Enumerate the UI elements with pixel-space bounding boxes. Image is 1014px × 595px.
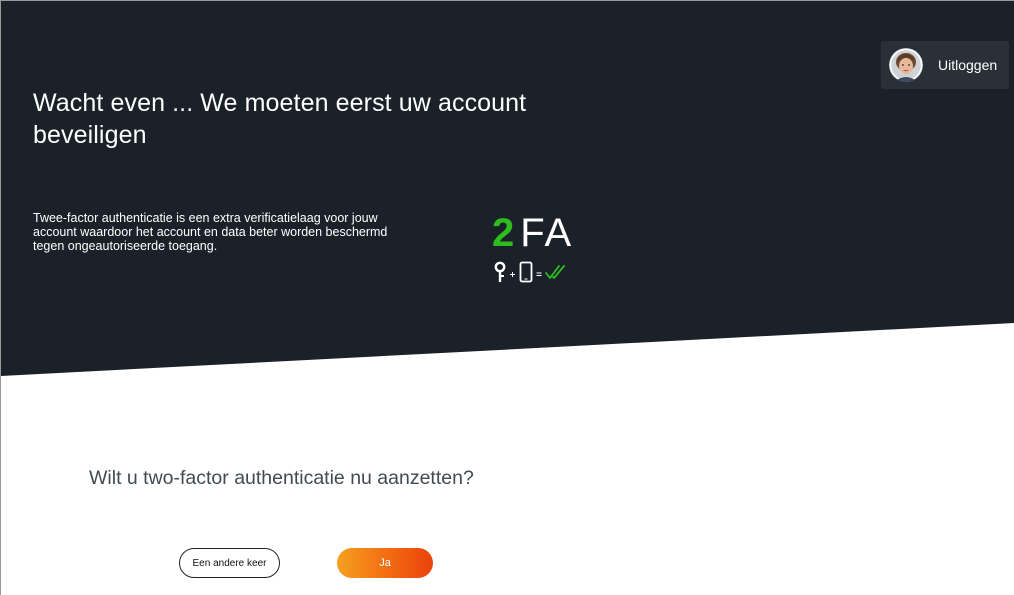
page-frame: Wacht even ... We moeten eerst uw accoun… — [0, 0, 1014, 595]
avatar-image — [889, 48, 923, 82]
double-check-icon — [545, 265, 565, 279]
2fa-number: 2 — [492, 211, 517, 255]
logout-button[interactable]: Uitloggen — [881, 41, 1009, 89]
logout-label: Uitloggen — [938, 57, 998, 73]
plus-sign — [510, 272, 515, 277]
yes-button[interactable]: Ja — [337, 548, 433, 578]
2fa-letters: FA — [520, 211, 574, 255]
enable-2fa-question: Wilt u two-factor authenticatie nu aanze… — [89, 467, 474, 489]
equals-sign — [536, 272, 542, 276]
hero-background — [1, 1, 1014, 376]
phone-icon — [519, 261, 533, 283]
2fa-wordmark: 2 FA — [492, 211, 602, 255]
page-title: Wacht even ... We moeten eerst uw accoun… — [33, 89, 527, 149]
2fa-logo: 2 FA — [492, 211, 602, 291]
user-avatar — [889, 48, 923, 82]
later-button[interactable]: Een andere keer — [179, 548, 280, 578]
intro-text: Twee-factor authenticatie is een extra v… — [33, 211, 388, 253]
hero-banner — [1, 1, 1014, 381]
2fa-formula — [494, 261, 565, 283]
key-icon — [494, 261, 506, 282]
